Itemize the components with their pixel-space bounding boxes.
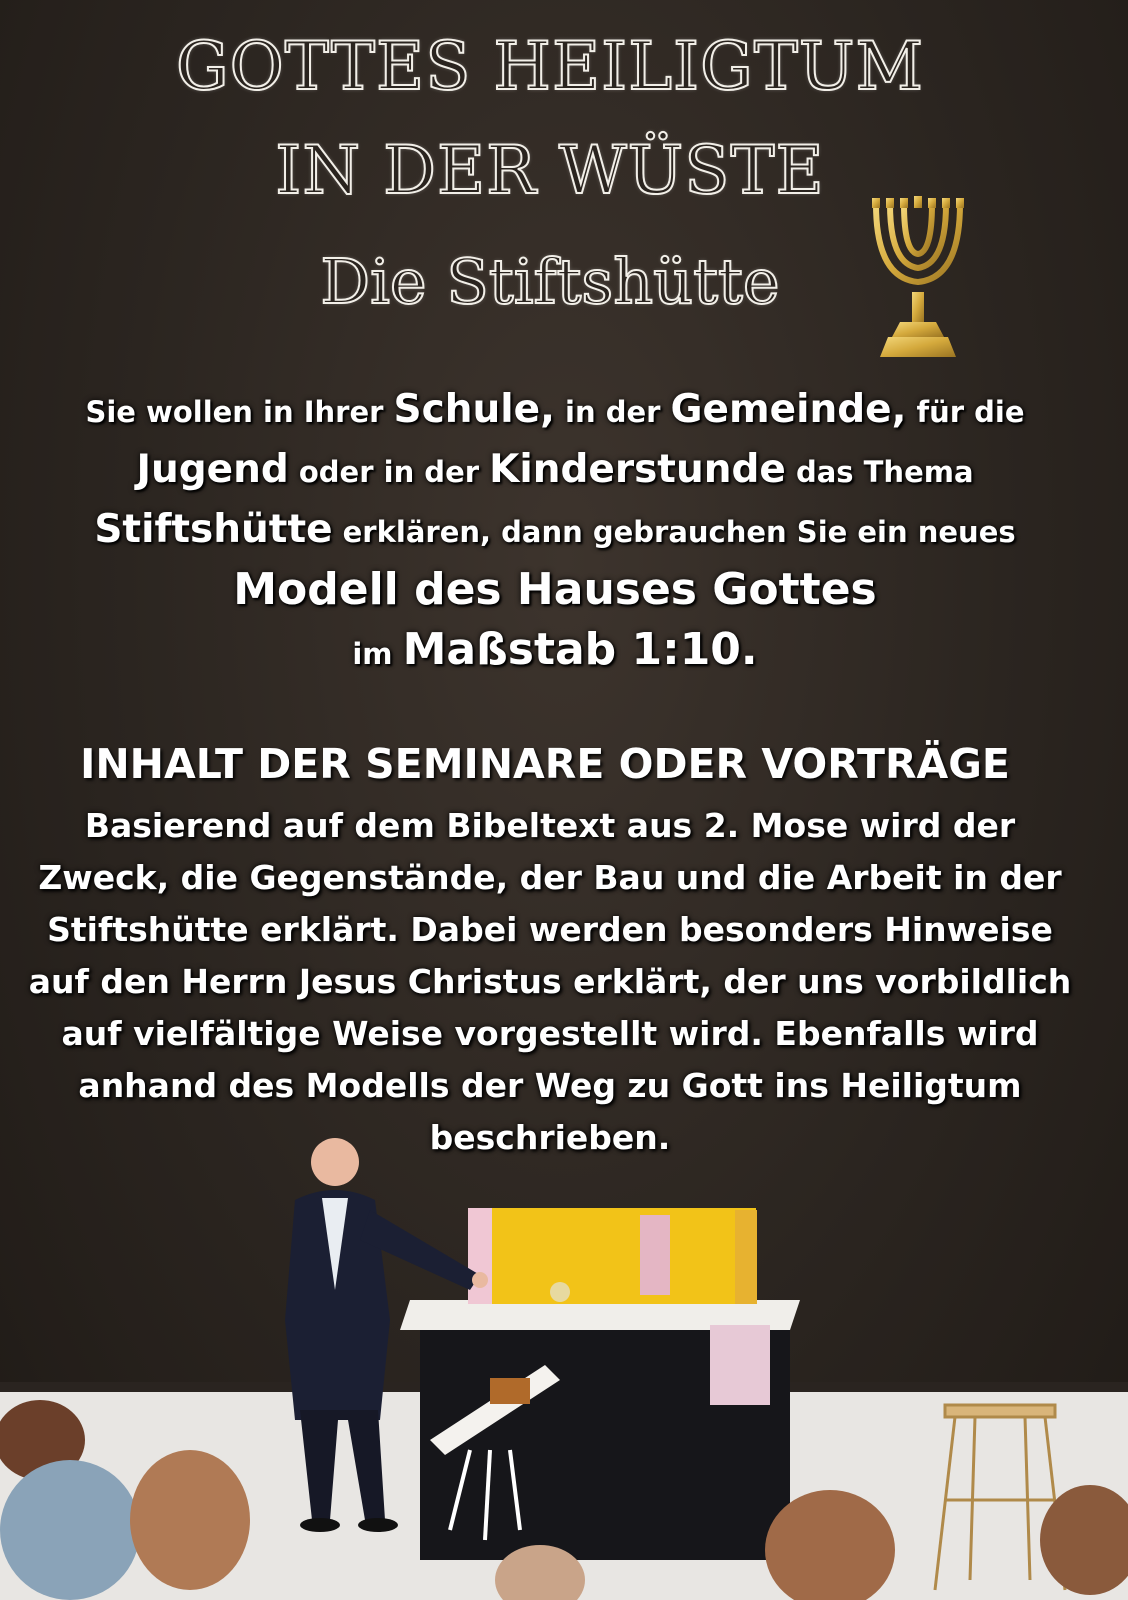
intro-text: Sie wollen in Ihrer Schule, in der Gemei… — [40, 380, 1070, 680]
intro-line-1: Sie wollen in Ihrer Schule, in der Gemei… — [85, 387, 1025, 432]
section-body: Basierend auf dem Bibeltext aus 2. Mose … — [28, 806, 1072, 1157]
section-heading: INHALT DER SEMINARE ODER VORTRÄGE — [80, 740, 1010, 788]
intro-line-2: Jugend oder in der Kinderstunde das Them… — [136, 447, 974, 492]
presentation-photo — [0, 1138, 1128, 1600]
intro-line-5: im Maßstab 1:10. — [352, 624, 758, 675]
intro-line-3: Stiftshütte erklären, dann gebrauchen Si… — [94, 507, 1016, 552]
menorah-icon — [872, 196, 964, 357]
intro-line-4: Modell des Hauses Gottes — [233, 564, 877, 615]
title-line-1: GOTTES HEILIGTUM — [175, 27, 925, 106]
